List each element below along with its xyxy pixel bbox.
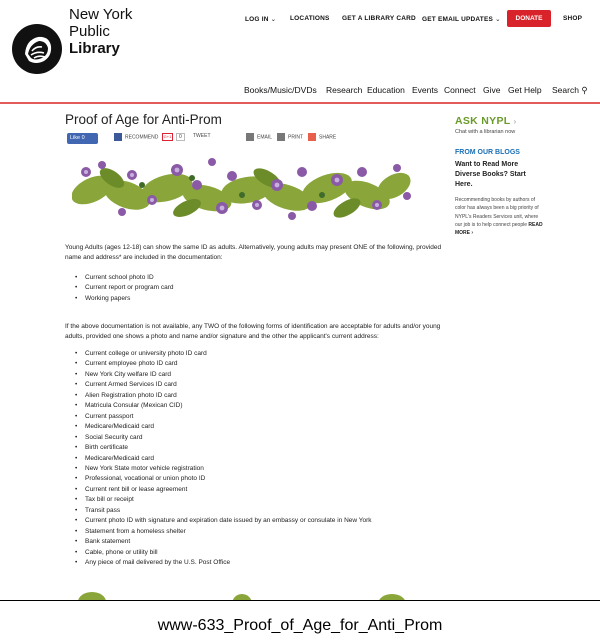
list-item: Current employee photo ID card xyxy=(75,359,372,370)
list-young-adult-id: Current school photo ID Current report o… xyxy=(75,273,174,305)
email-updates-link[interactable]: GET EMAIL UPDATES ⌄ xyxy=(422,15,501,23)
share-button[interactable]: SHARE xyxy=(308,133,336,145)
list-item: Professional, vocational or union photo … xyxy=(75,474,372,485)
shop-link[interactable]: SHOP xyxy=(563,15,582,22)
facebook-like-button[interactable]: Like 0 xyxy=(67,133,98,144)
recommend-button[interactable]: RECOMMEND xyxy=(114,133,158,145)
tweet-button[interactable]: TWEET xyxy=(193,133,211,145)
ask-nypl-subtitle: Chat with a librarian now xyxy=(455,129,516,135)
list-acceptable-id: Current college or university photo ID c… xyxy=(75,349,372,569)
list-item: Matricula Consular (Mexican CID) xyxy=(75,401,372,412)
blog-post-excerpt: Recommending books by authors of color h… xyxy=(455,196,545,237)
brand-line-2: Public xyxy=(69,23,110,40)
email-button[interactable]: EMAIL xyxy=(246,133,272,145)
list-item: Current rent bill or lease agreement xyxy=(75,485,372,496)
list-item: Current school photo ID xyxy=(75,273,174,284)
google-plus-icon: G+1 xyxy=(162,133,173,141)
nav-item-education[interactable]: Education xyxy=(367,85,405,95)
nav-item-get-help[interactable]: Get Help xyxy=(508,85,542,95)
facebook-icon xyxy=(114,133,122,141)
list-item: Current passport xyxy=(75,412,372,423)
list-item: Current report or program card xyxy=(75,283,174,294)
chevron-right-icon: › xyxy=(513,117,517,126)
brand-line-1: New York xyxy=(69,6,133,23)
ask-nypl-link[interactable]: ASK NYPL › xyxy=(455,115,517,127)
ask-nypl-label: ASK NYPL xyxy=(455,115,511,127)
locations-link[interactable]: LOCATIONS xyxy=(290,15,330,22)
library-card-link[interactable]: GET A LIBRARY CARD xyxy=(342,15,416,22)
list-item: Medicare/Medicaid card xyxy=(75,454,372,465)
list-item: Cable, phone or utility bill xyxy=(75,548,372,559)
chevron-down-icon: ⌄ xyxy=(495,16,501,23)
donate-button[interactable]: DONATE xyxy=(507,10,551,27)
nav-item-connect[interactable]: Connect xyxy=(444,85,476,95)
page-title: Proof of Age for Anti-Prom xyxy=(65,112,222,127)
floral-garland-image xyxy=(72,158,411,220)
nav-item-events[interactable]: Events xyxy=(412,85,438,95)
floral-garland-bottom-image xyxy=(78,592,405,600)
login-link[interactable]: LOG IN ⌄ xyxy=(245,15,276,23)
list-item: New York State motor vehicle registratio… xyxy=(75,464,372,475)
brand-wordmark[interactable]: New York Public Library xyxy=(69,6,132,57)
nav-item-give[interactable]: Give xyxy=(483,85,500,95)
image-caption: www-633_Proof_of_Age_for_Anti_Prom xyxy=(157,617,443,634)
list-item: Medicare/Medicaid card xyxy=(75,422,372,433)
print-button[interactable]: PRINT xyxy=(277,133,303,145)
search-icon: ⚲ xyxy=(581,85,588,95)
list-item: Birth certificate xyxy=(75,443,372,454)
list-item: Bank statement xyxy=(75,537,372,548)
list-item: Current Armed Services ID card xyxy=(75,380,372,391)
two-forms-paragraph: If the above documentation is not availa… xyxy=(65,323,441,340)
list-item: Alien Registration photo ID card xyxy=(75,391,372,402)
blog-post-title[interactable]: Want to Read More Diverse Books? Start H… xyxy=(455,160,537,190)
list-item: New York City welfare ID card xyxy=(75,370,372,381)
share-icon xyxy=(308,133,316,141)
list-item: Current college or university photo ID c… xyxy=(75,349,372,360)
nav-item-search[interactable]: Search ⚲ xyxy=(552,85,588,96)
nav-item-books[interactable]: Books/Music/DVDs xyxy=(244,85,317,95)
list-item: Tax bill or receipt xyxy=(75,495,372,506)
nav-divider xyxy=(0,102,600,104)
chevron-down-icon: ⌄ xyxy=(270,16,277,23)
blog-excerpt-text: Recommending books by authors of color h… xyxy=(455,197,539,228)
list-item: Working papers xyxy=(75,294,174,305)
nav-item-research[interactable]: Research xyxy=(326,85,362,95)
brand-line-3: Library xyxy=(69,40,120,57)
blogs-heading: FROM OUR BLOGS xyxy=(455,149,520,156)
list-item: Current photo ID with signature and expi… xyxy=(75,516,372,527)
list-item: Any piece of mail delivered by the U.S. … xyxy=(75,558,372,569)
list-item: Social Security card xyxy=(75,433,372,444)
intro-paragraph: Young Adults (ages 12-18) can show the s… xyxy=(65,244,442,261)
nypl-lion-logo-icon[interactable] xyxy=(12,24,62,74)
caption-divider xyxy=(0,600,600,601)
print-icon xyxy=(277,133,285,141)
list-item: Transit pass xyxy=(75,506,372,517)
list-item: Statement from a homeless shelter xyxy=(75,527,372,538)
google-plus-button[interactable]: G+1 0 xyxy=(162,133,185,145)
email-icon xyxy=(246,133,254,141)
page-screenshot: New York Public Library LOG IN ⌄ LOCATIO… xyxy=(0,0,600,600)
